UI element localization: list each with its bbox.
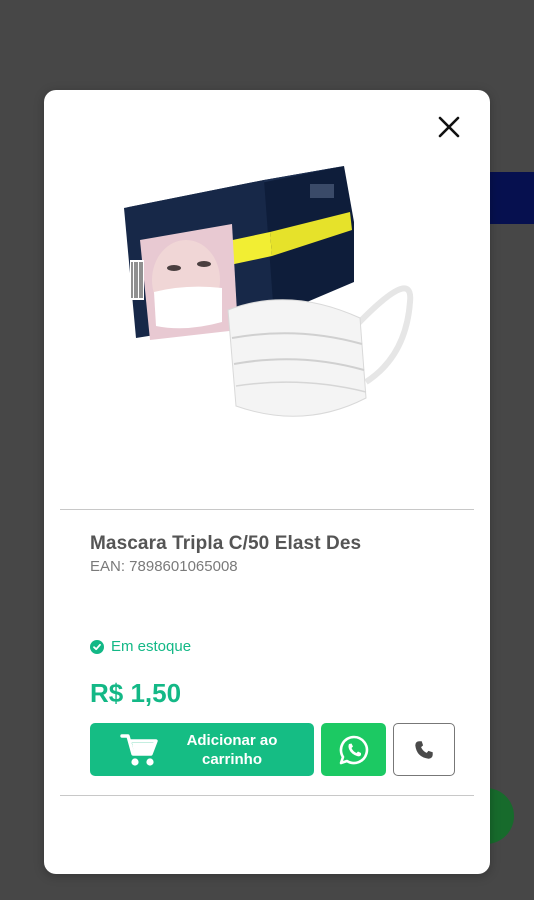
add-to-cart-label: Adicionar ao carrinho (186, 731, 278, 768)
product-price: R$ 1,50 (90, 678, 182, 708)
close-icon (438, 116, 460, 138)
divider-top (60, 509, 474, 510)
stock-status: Em estoque (90, 638, 191, 655)
divider-bottom (60, 795, 474, 796)
phone-icon (415, 740, 433, 759)
product-name: Mascara Tripla C/50 Elast Des (90, 533, 362, 554)
cart-icon (120, 733, 158, 766)
product-modal: Mascara Tripla C/50 Elast Des EAN: 78986… (44, 90, 490, 874)
check-circle-icon (90, 639, 104, 654)
stock-status-label: Em estoque (111, 638, 192, 655)
phone-button[interactable] (393, 723, 455, 776)
whatsapp-button[interactable] (321, 723, 386, 776)
whatsapp-icon (339, 735, 368, 764)
add-to-cart-button[interactable]: Adicionar ao carrinho (90, 723, 314, 776)
background-header-bar (488, 172, 534, 224)
product-ean: EAN: 7898601065008 (90, 558, 238, 575)
close-button[interactable] (436, 114, 462, 140)
product-image (124, 166, 414, 417)
